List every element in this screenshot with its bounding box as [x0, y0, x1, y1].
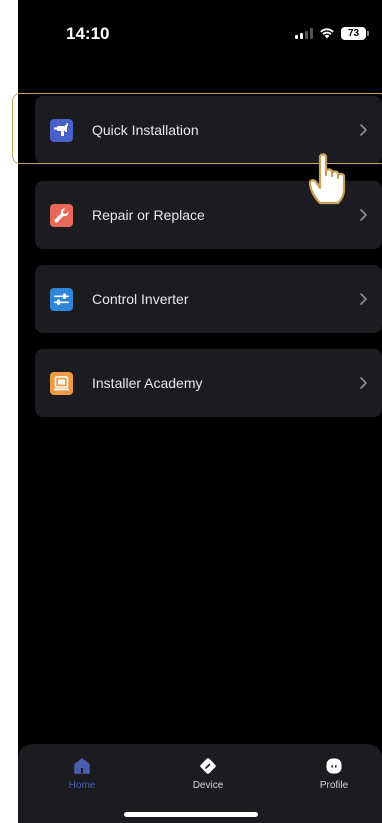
- battery-icon: 73: [341, 26, 369, 40]
- phone-screen: 14:10 73 Quick Installation Repair or Re…: [18, 0, 382, 823]
- sliders-icon: [50, 288, 73, 311]
- device-icon: [200, 758, 216, 774]
- tab-label: Device: [192, 780, 224, 791]
- wrench-icon: [50, 204, 73, 227]
- hand-pointer-icon: [308, 153, 346, 205]
- tab-home[interactable]: Home: [42, 756, 122, 800]
- profile-icon: [326, 758, 342, 774]
- home-icon: [74, 758, 90, 774]
- academy-icon: [50, 372, 73, 395]
- menu-item-label: Quick Installation: [92, 122, 199, 138]
- menu-item-installer-academy[interactable]: Installer Academy: [35, 349, 382, 417]
- menu-item-label: Control Inverter: [92, 291, 189, 307]
- home-indicator: [124, 812, 258, 817]
- cellular-signal-icon: [295, 27, 313, 39]
- tab-profile[interactable]: Profile: [294, 756, 374, 800]
- tab-label: Home: [68, 780, 96, 791]
- status-time: 14:10: [66, 24, 110, 43]
- menu-item-control-inverter[interactable]: Control Inverter: [35, 265, 382, 333]
- tab-label: Profile: [319, 780, 349, 791]
- chevron-right-icon: [360, 377, 367, 389]
- status-bar: 14:10 73: [18, 0, 382, 70]
- status-icons: 73: [295, 26, 369, 40]
- menu-item-label: Installer Academy: [92, 375, 203, 391]
- drill-icon: [50, 119, 73, 142]
- wifi-icon: [320, 28, 334, 39]
- chevron-right-icon: [360, 124, 367, 136]
- menu-item-label: Repair or Replace: [92, 207, 205, 223]
- chevron-right-icon: [360, 293, 367, 305]
- tab-device[interactable]: Device: [168, 756, 248, 800]
